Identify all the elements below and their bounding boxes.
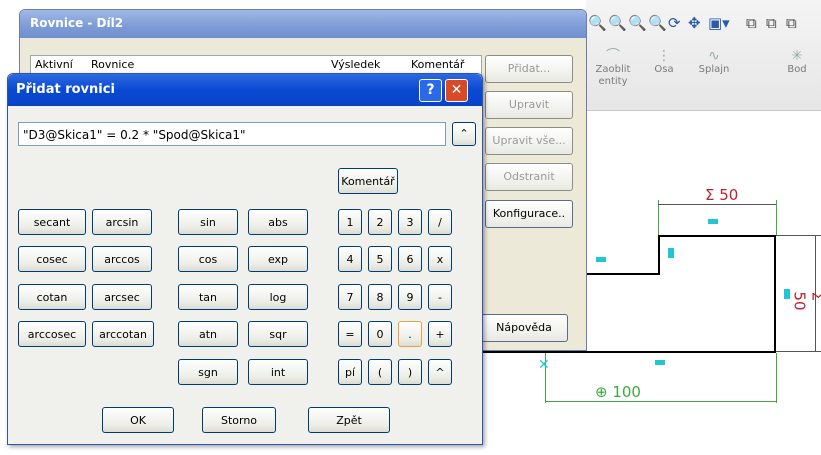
key-0-button[interactable]: 0	[368, 321, 392, 347]
view-orientation-icon[interactable]: ▣▾	[708, 14, 730, 32]
zoom-fit-icon[interactable]: 🔍	[588, 14, 607, 32]
function-cotan-button[interactable]: cotan	[18, 284, 86, 310]
column-aktivni[interactable]: Aktivní	[35, 58, 73, 71]
napoveda-button[interactable]: Nápověda	[480, 314, 568, 342]
sketch-right-line[interactable]	[774, 235, 776, 353]
odstranit-button[interactable]: Odstranit	[485, 163, 573, 191]
dimension-bottom[interactable]: ⊕ 100	[595, 383, 641, 401]
zpet-button[interactable]: Zpět	[308, 407, 390, 433]
pan-icon[interactable]: ✥	[688, 14, 701, 32]
key-9-button[interactable]: 9	[398, 284, 422, 310]
dim-extension-line	[776, 353, 777, 403]
horizontal-relation-icon[interactable]	[655, 360, 665, 365]
function-arccotan-button[interactable]: arccotan	[92, 321, 154, 347]
fillet-icon: ⌒	[606, 48, 620, 64]
view-cube-icon[interactable]: ⧉	[786, 14, 797, 32]
pridat-button[interactable]: Přidat...	[485, 55, 573, 83]
zoom-in-out-icon[interactable]: 🔍	[628, 14, 647, 32]
key-divide-button[interactable]: /	[428, 209, 452, 235]
horizontal-relation-icon[interactable]	[708, 219, 718, 224]
zoom-selection-icon[interactable]: 🔍	[648, 14, 667, 32]
column-rovnice[interactable]: Rovnice	[91, 58, 134, 71]
column-vysledek[interactable]: Výsledek	[331, 58, 380, 71]
function-log-button[interactable]: log	[248, 284, 308, 310]
key-equals-button[interactable]: =	[338, 321, 362, 347]
komentar-button[interactable]: Komentář	[338, 168, 398, 194]
dialog-title: Přidat rovnici	[16, 82, 115, 97]
key-7-button[interactable]: 7	[338, 284, 362, 310]
tool-splajn[interactable]: ∿ Splajn	[690, 48, 738, 76]
key-3-button[interactable]: 3	[398, 209, 422, 235]
equation-input[interactable]: "D3@Skica1" = 0.2 * "Spod@Skica1"	[18, 122, 446, 146]
key-1-button[interactable]: 1	[338, 209, 362, 235]
function-exp-button[interactable]: exp	[248, 246, 308, 272]
upravit-button[interactable]: Upravit	[485, 91, 573, 119]
key-decimal-button[interactable]: .	[398, 321, 422, 347]
dialog-titlebar[interactable]: Přidat rovnici ? ✕	[8, 74, 482, 106]
key-close-paren-button[interactable]: )	[398, 359, 422, 385]
dimension-right[interactable]: Σ 50	[791, 292, 821, 317]
rovnice-titlebar[interactable]: Rovnice - Díl2	[20, 10, 586, 38]
key-plus-button[interactable]: +	[428, 321, 452, 347]
function-sin-button[interactable]: sin	[178, 209, 238, 235]
view-cube-icon[interactable]: ⧉	[746, 14, 757, 32]
key-minus-button[interactable]: -	[428, 284, 452, 310]
tool-zaoblit-entity[interactable]: ⌒ Zaoblit entity	[588, 48, 638, 88]
column-komentar[interactable]: Komentář	[411, 58, 464, 71]
key-6-button[interactable]: 6	[398, 246, 422, 272]
function-atn-button[interactable]: atn	[178, 321, 238, 347]
rotate-icon[interactable]: ⟳	[668, 14, 681, 32]
upravit-vse-button[interactable]: Upravit vše...	[485, 127, 573, 155]
sketch-step-vertical[interactable]	[658, 235, 660, 275]
sketch-toolbar: 🔍 🔍 🔍 🔍 ⟳ ✥ ▣▾ ⧉ ⧉ ⧉ ⌒ Zaoblit entity ⋮ …	[586, 0, 821, 111]
key-8-button[interactable]: 8	[368, 284, 392, 310]
function-arccosec-button[interactable]: arccosec	[18, 321, 86, 347]
function-sgn-button[interactable]: sgn	[178, 359, 238, 385]
function-arcsin-button[interactable]: arcsin	[92, 209, 152, 235]
rovnice-title: Rovnice - Díl2	[30, 16, 124, 30]
dimension-top[interactable]: Σ 50	[705, 186, 738, 204]
zoom-area-icon[interactable]: 🔍	[608, 14, 627, 32]
view-cube-icon[interactable]: ⧉	[766, 14, 777, 32]
function-sqr-button[interactable]: sqr	[248, 321, 308, 347]
vertical-relation-icon[interactable]	[784, 289, 790, 299]
function-abs-button[interactable]: abs	[248, 209, 308, 235]
key-multiply-button[interactable]: x	[428, 246, 452, 272]
function-cosec-button[interactable]: cosec	[18, 246, 86, 272]
vertical-relation-icon[interactable]	[668, 248, 674, 258]
key-pi-button[interactable]: pí	[338, 359, 362, 385]
key-power-button[interactable]: ^	[428, 359, 452, 385]
spline-icon: ∿	[708, 48, 720, 64]
function-cos-button[interactable]: cos	[178, 246, 238, 272]
konfigurace-button[interactable]: Konfigurace..	[485, 200, 573, 228]
fixed-relation-icon[interactable]: ✕	[538, 357, 550, 373]
ok-button[interactable]: OK	[102, 407, 174, 433]
help-icon[interactable]: ?	[419, 79, 442, 102]
pridat-rovnici-dialog: Přidat rovnici ? ✕ "D3@Skica1" = 0.2 * "…	[7, 73, 483, 445]
collapse-chevron-icon[interactable]: ⌃	[452, 122, 476, 146]
storno-button[interactable]: Storno	[202, 407, 276, 433]
dim-line-bottom	[545, 401, 776, 402]
tool-osa[interactable]: ⋮ Osa	[646, 48, 682, 76]
function-arccos-button[interactable]: arccos	[92, 246, 152, 272]
function-tan-button[interactable]: tan	[178, 284, 238, 310]
point-icon: ✳	[791, 48, 803, 64]
centerline-icon: ⋮	[657, 48, 671, 64]
sketch-top-line[interactable]	[658, 235, 776, 237]
horizontal-relation-icon[interactable]	[596, 257, 606, 262]
tool-bod[interactable]: ✳ Bod	[780, 48, 814, 76]
key-open-paren-button[interactable]: (	[368, 359, 392, 385]
function-arcsec-button[interactable]: arcsec	[92, 284, 152, 310]
dim-extension-line	[776, 200, 777, 235]
function-int-button[interactable]: int	[248, 359, 308, 385]
key-2-button[interactable]: 2	[368, 209, 392, 235]
key-4-button[interactable]: 4	[338, 246, 362, 272]
dim-extension-line	[658, 200, 659, 235]
close-icon[interactable]: ✕	[445, 79, 468, 102]
sketch-bottom-line[interactable]	[482, 351, 776, 353]
function-secant-button[interactable]: secant	[18, 209, 86, 235]
dim-line-top	[658, 204, 776, 205]
key-5-button[interactable]: 5	[368, 246, 392, 272]
